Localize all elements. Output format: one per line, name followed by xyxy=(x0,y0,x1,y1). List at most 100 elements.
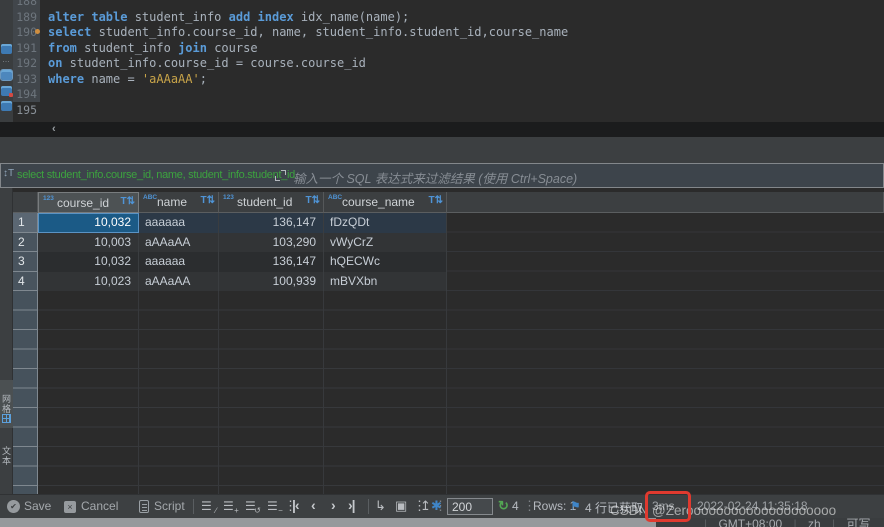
grid-column-line xyxy=(446,291,447,494)
language-label: zh xyxy=(808,517,821,527)
datasource-error-icon[interactable] xyxy=(1,86,12,96)
cell-student-id[interactable]: 136,147 xyxy=(219,213,324,233)
left-tool-strip: … xyxy=(0,0,13,122)
refresh-icon[interactable]: ↻ xyxy=(498,498,509,514)
script-icon xyxy=(139,500,149,513)
column-header-course-id[interactable]: 123 course_id T⇅ xyxy=(38,192,139,213)
add-row-button[interactable]: ☰+ xyxy=(223,499,234,513)
table-row: 10,032 aaaaaa 136,147 fDzQDt xyxy=(38,213,447,233)
line-number: 189 xyxy=(13,10,37,26)
last-page-button[interactable]: ›| xyxy=(348,497,355,513)
result-filter-input[interactable]: ↕T select student_info.course_id, name, … xyxy=(0,163,884,188)
cell-course-id[interactable]: 10,032 xyxy=(38,213,139,233)
compare-button[interactable]: ▣ xyxy=(395,498,407,514)
cell-course-id[interactable]: 10,023 xyxy=(38,272,139,292)
editor-horizontal-scrollbar[interactable]: ‹ xyxy=(0,122,884,137)
execution-marker-dot xyxy=(35,29,40,34)
settings-gear-icon[interactable]: ✱ xyxy=(431,498,442,514)
sort-icon[interactable]: T⇅ xyxy=(121,196,136,207)
view-tab-text[interactable]: 文本 xyxy=(0,434,13,478)
code-line-192[interactable]: on student_info.course_id = course.cours… xyxy=(48,56,366,72)
cell-name[interactable]: aaaaaa xyxy=(139,252,219,272)
code-line-190[interactable]: select student_info.course_id, name, stu… xyxy=(48,25,568,41)
line-number: 190 xyxy=(13,25,37,41)
filter-placeholder: 输入一个 SQL 表达式来过滤结果 (使用 Ctrl+Space) xyxy=(293,168,577,187)
datasource-icon-2[interactable] xyxy=(1,101,12,111)
grid-view-icon xyxy=(2,414,11,423)
next-page-button[interactable]: › xyxy=(331,497,335,513)
column-label: name xyxy=(157,195,187,209)
sql-editor[interactable]: … 188 189 190 191 192 193 194 195 alter … xyxy=(0,0,884,122)
page-size-input[interactable] xyxy=(447,498,493,515)
cell-course-name[interactable]: hQECWc xyxy=(324,252,447,272)
script-button[interactable]: Script xyxy=(154,499,185,513)
save-button[interactable]: Save xyxy=(24,499,51,513)
filter-query-text: select student_info.course_id, name, stu… xyxy=(17,169,295,181)
line-number: 188 xyxy=(13,0,37,10)
text-type-icon: ABC xyxy=(143,194,157,201)
row-number[interactable]: 2 xyxy=(13,233,38,253)
cell-course-name[interactable]: fDzQDt xyxy=(324,213,447,233)
line-number: 192 xyxy=(13,56,37,72)
line-number: 191 xyxy=(13,41,37,57)
cell-name[interactable]: aaaaaa xyxy=(139,213,219,233)
column-label: student_id xyxy=(237,195,292,209)
table-row: 10,023 aAAaAA 100,939 mBVXbn xyxy=(38,272,447,292)
line-number: 193 xyxy=(13,72,37,88)
separator: | xyxy=(832,517,835,527)
column-header-student-id[interactable]: 123 student_id T⇅ xyxy=(219,192,324,213)
delete-row-button[interactable]: ☰− xyxy=(267,499,278,513)
column-header-course-name[interactable]: ABC course_name T⇅ xyxy=(324,192,447,213)
scrollbar-thumb[interactable] xyxy=(0,518,656,527)
sort-icon[interactable]: T⇅ xyxy=(201,195,216,206)
export-button[interactable]: ↥ xyxy=(420,498,431,514)
sort-icon[interactable]: T⇅ xyxy=(429,195,444,206)
header-corner-cell[interactable] xyxy=(13,192,38,213)
grid-column-line xyxy=(138,291,139,494)
cell-course-id[interactable]: 10,003 xyxy=(38,233,139,253)
cell-course-id[interactable]: 10,032 xyxy=(38,252,139,272)
cell-course-name[interactable]: vWyCrZ xyxy=(324,233,447,253)
cell-course-name[interactable]: mBVXbn xyxy=(324,272,447,292)
cell-name[interactable]: aAAaAA xyxy=(139,272,219,292)
revert-row-button[interactable]: ☰↺ xyxy=(245,499,256,513)
table-row: 10,032 aaaaaa 136,147 hQECWc xyxy=(38,252,447,272)
cell-student-id[interactable]: 100,939 xyxy=(219,272,324,292)
text-type-icon: ABC xyxy=(328,194,342,201)
code-line-193[interactable]: where name = 'aAAaAA'; xyxy=(48,72,207,88)
cell-name[interactable]: aAAaAA xyxy=(139,233,219,253)
view-tab-grid-label: 网格 xyxy=(1,394,11,414)
more-dots-icon: … xyxy=(2,55,11,64)
numeric-type-icon: 123 xyxy=(223,194,234,201)
writable-label: 可写 xyxy=(846,517,870,527)
datagrip-window: … 188 189 190 191 192 193 194 195 alter … xyxy=(0,0,884,527)
separator: | xyxy=(704,517,707,527)
datasource-icon[interactable] xyxy=(1,70,12,80)
sort-icon[interactable]: T⇅ xyxy=(306,195,321,206)
view-tab-grid[interactable]: 网格 xyxy=(0,380,13,428)
result-view-sidebar: 网格 文本 记录 xyxy=(0,188,13,494)
column-label: course_name xyxy=(342,195,415,209)
cell-student-id[interactable]: 136,147 xyxy=(219,252,324,272)
grid-column-line xyxy=(323,291,324,494)
code-line-189[interactable]: alter table student_info add index idx_n… xyxy=(48,10,409,26)
edit-row-button[interactable]: ☰∕ xyxy=(201,499,212,513)
code-line-191[interactable]: from student_info join course xyxy=(48,41,258,57)
cell-student-id[interactable]: 103,290 xyxy=(219,233,324,253)
row-number[interactable]: 1 xyxy=(13,213,38,233)
previous-page-button[interactable]: ‹ xyxy=(311,497,315,513)
column-header-name[interactable]: ABC name T⇅ xyxy=(139,192,219,213)
expand-icon[interactable] xyxy=(275,170,286,181)
first-page-button[interactable]: |‹ xyxy=(292,497,299,513)
cancel-icon: × xyxy=(64,501,76,513)
database-icon[interactable] xyxy=(1,44,12,54)
goto-row-button[interactable]: ↳ xyxy=(375,498,386,514)
cancel-button[interactable]: Cancel xyxy=(81,499,118,513)
column-label: course_id xyxy=(57,196,109,210)
grid-column-line xyxy=(218,291,219,494)
row-number[interactable]: 3 xyxy=(13,252,38,272)
numeric-type-icon: 123 xyxy=(43,195,54,202)
line-number: 194 xyxy=(13,87,37,103)
save-icon: ✔ xyxy=(7,500,20,513)
row-number[interactable]: 4 xyxy=(13,272,38,292)
